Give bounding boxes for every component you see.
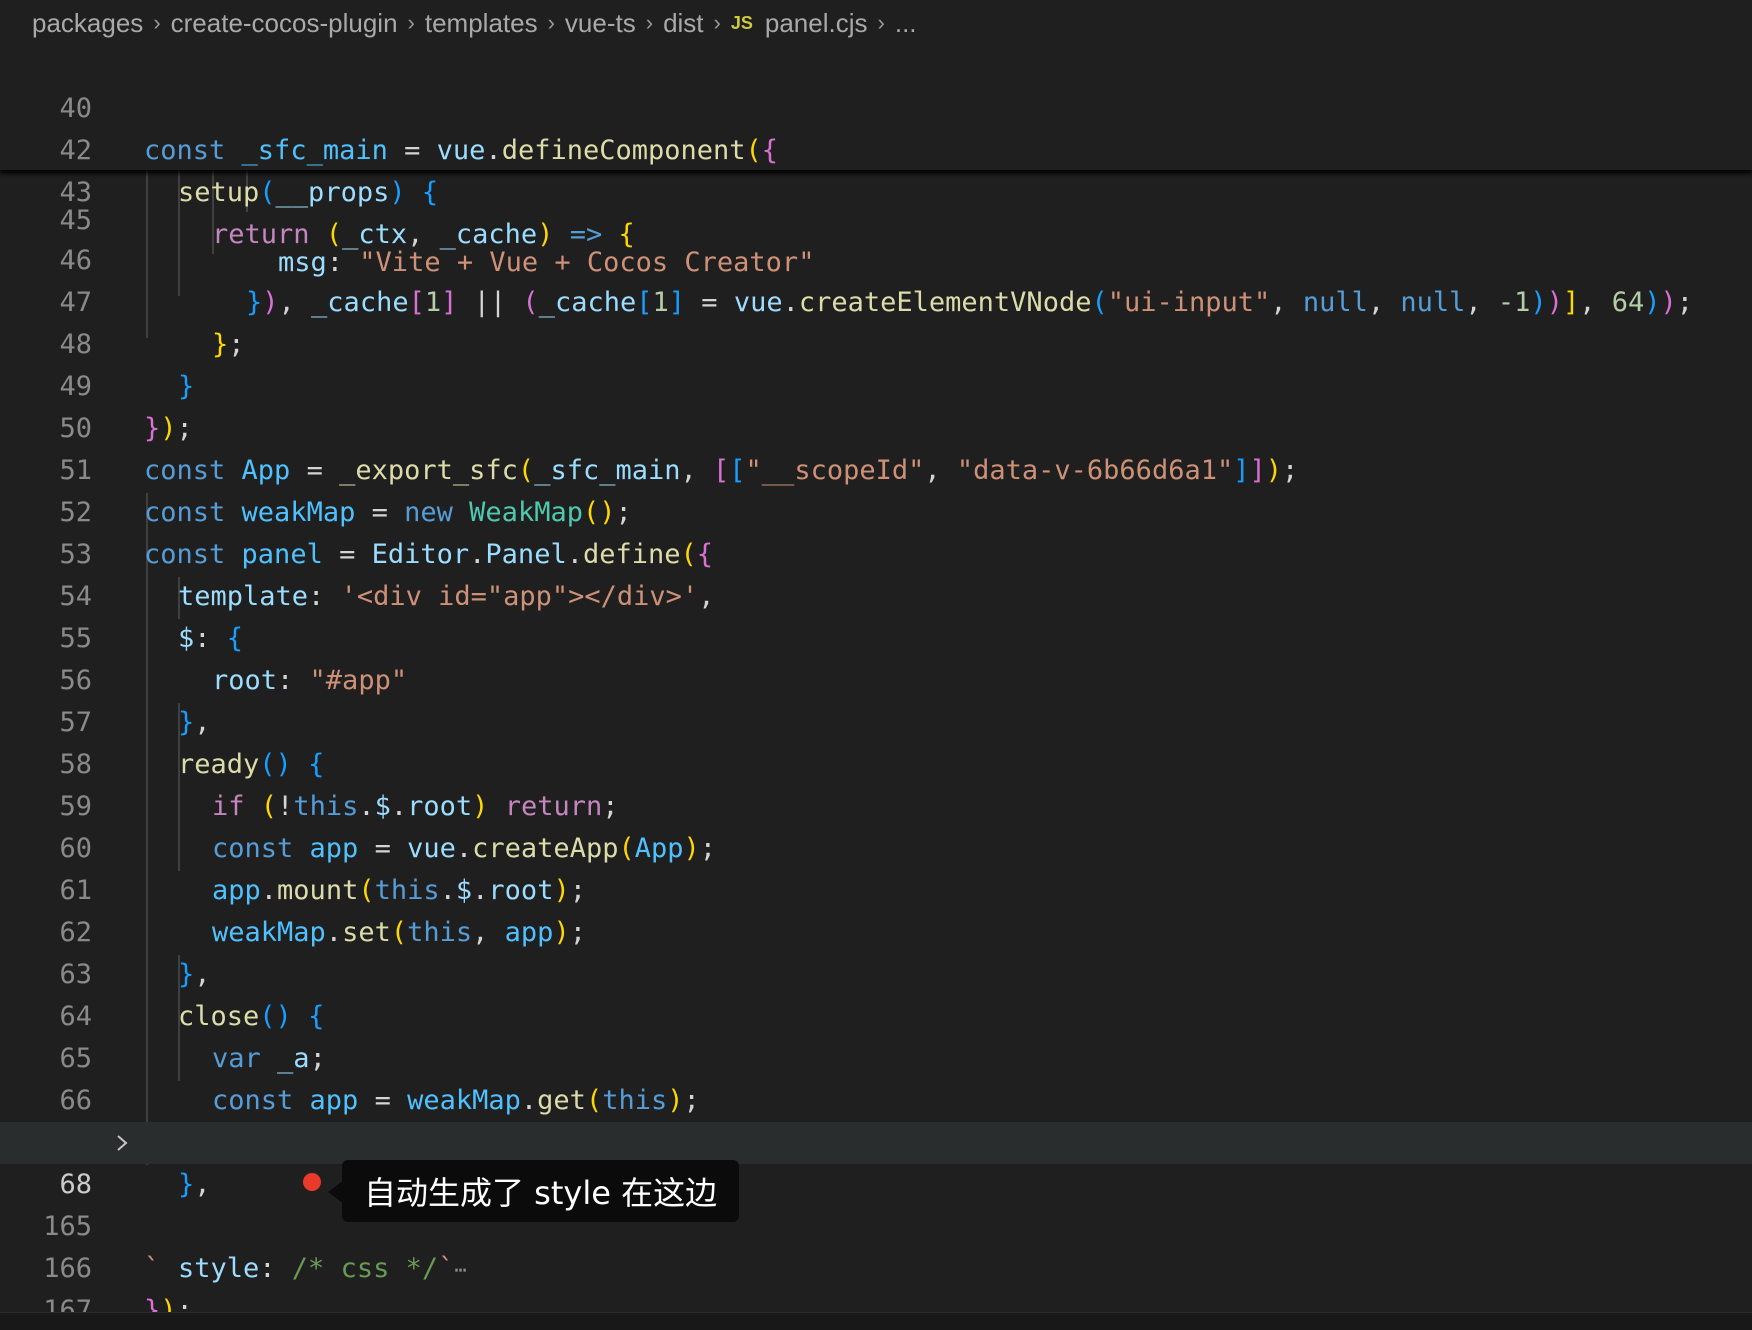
sticky-scroll-header[interactable]: 40 const _sfc_main = vue.defineComponent… [0, 46, 1752, 250]
code-line[interactable]: 59 const app = vue.createApp(App); [0, 744, 1752, 864]
code-line[interactable]: 168 [0, 1290, 1752, 1312]
chevron-right-icon[interactable] [112, 1122, 132, 1164]
sticky-line[interactable]: 40 const _sfc_main = vue.defineComponent… [0, 46, 1752, 166]
breadcrumb-file[interactable]: panel.cjs [765, 8, 868, 39]
annotation-tooltip: 自动生成了 style 在这边 [342, 1160, 740, 1222]
code-line[interactable]: 60 app.mount(this.$.root); [0, 786, 1752, 906]
code-line[interactable]: 165 ` [0, 1164, 1752, 1284]
horizontal-scrollbar[interactable] [0, 1312, 1752, 1330]
breadcrumb-item[interactable]: vue-ts [565, 8, 636, 39]
code-line[interactable]: 52 const panel = Editor.Panel.define({ [0, 450, 1752, 570]
line-number: 43 [59, 177, 92, 208]
code-line[interactable]: 51 const weakMap = new WeakMap(); [0, 408, 1752, 528]
breadcrumb: packages › create-cocos-plugin › templat… [0, 0, 1752, 46]
code-line[interactable]: 67 }, [0, 1080, 1752, 1200]
breadcrumb-item[interactable]: templates [425, 8, 538, 39]
code-line[interactable]: 167 module.exports = panel; [0, 1248, 1752, 1326]
code-line[interactable]: 56 }, [0, 618, 1752, 738]
code-line[interactable]: 58 if (!this.$.root) return; [0, 702, 1752, 822]
breadcrumb-item[interactable]: packages [32, 8, 143, 39]
code-line[interactable]: 49 }); [0, 324, 1752, 444]
code-line[interactable]: 166 }); [0, 1206, 1752, 1326]
code-line[interactable]: 55 root: "#app" [0, 576, 1752, 696]
code-line[interactable]: 54 $: { [0, 534, 1752, 654]
code-line[interactable]: 65 const app = weakMap.get(this); [0, 996, 1752, 1116]
chevron-right-icon: › [407, 10, 415, 35]
chevron-right-icon: › [877, 10, 885, 35]
code-line[interactable]: 64 var _a; [0, 954, 1752, 1074]
folded-code-line[interactable]: 68 style: /* css */`⋯ [0, 1122, 1752, 1284]
code-line[interactable]: 62 }, [0, 870, 1752, 990]
annotation-dot [303, 1173, 321, 1191]
code-line[interactable]: 50 const App = _export_sfc(_sfc_main, [[… [0, 366, 1752, 486]
code-line[interactable]: 48 } [0, 282, 1752, 402]
chevron-right-icon: › [713, 10, 721, 35]
code-line[interactable]: 61 weakMap.set(this, app); [0, 828, 1752, 948]
chevron-right-icon: › [153, 10, 161, 35]
code-line[interactable]: 63 close() { [0, 912, 1752, 1032]
annotation-text: 自动生成了 style 在这边 [364, 1174, 718, 1212]
breadcrumb-symbols[interactable]: ... [895, 8, 917, 39]
code-line[interactable]: 66 (_a = app == null ? void 0 : app.unmo… [0, 1038, 1752, 1158]
chevron-right-icon: › [645, 10, 654, 35]
code-line[interactable]: 57 ready() { [0, 660, 1752, 780]
js-file-icon: JS [730, 12, 753, 33]
sticky-line[interactable]: 42 setup(__props) { [0, 88, 1752, 208]
breadcrumb-item[interactable]: dist [663, 8, 703, 39]
code-line[interactable]: 53 template: '<div id="app"></div>', [0, 492, 1752, 612]
breadcrumb-item[interactable]: create-cocos-plugin [171, 8, 398, 39]
chevron-right-icon: › [547, 10, 555, 35]
sticky-line[interactable]: 43 return (_ctx, _cache) => { [0, 130, 1752, 250]
